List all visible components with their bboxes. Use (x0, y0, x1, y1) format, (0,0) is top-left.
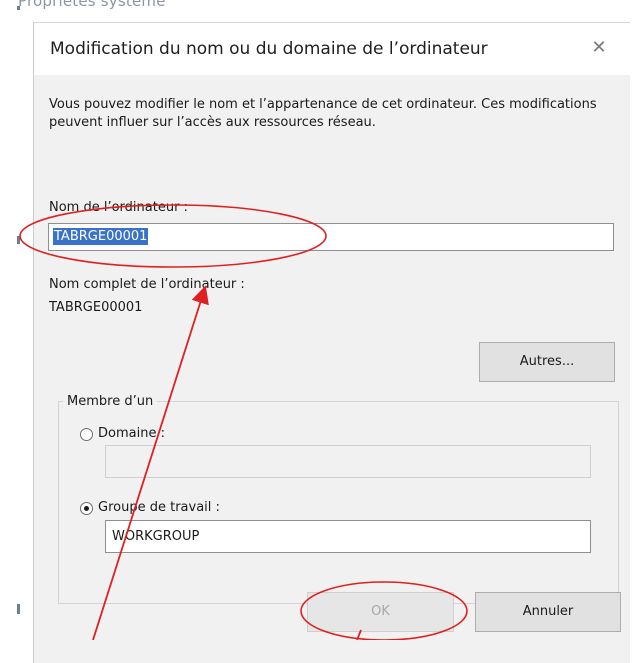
workgroup-radio-selected-dot (84, 506, 89, 511)
ok-button[interactable]: OK (307, 592, 454, 632)
full-computer-name-label: Nom complet de l’ordinateur : (49, 277, 245, 292)
domain-label: Domaine : (98, 426, 165, 441)
full-computer-name-value: TABRGE00001 (49, 300, 143, 315)
dialog-description: Vous pouvez modifier le nom et l’apparte… (49, 97, 597, 130)
background-window-edge-mark (17, 604, 20, 614)
dialog-title: Modification du nom ou du domaine de l’o… (50, 39, 488, 59)
parent-window-title: Propriétés système (18, 0, 166, 10)
background-window-edge-mark (17, 6, 20, 10)
background-window-edge-mark (17, 236, 20, 244)
workgroup-radio[interactable] (80, 502, 93, 515)
computer-name-value: TABRGE00001 (53, 228, 149, 245)
domain-input (105, 445, 591, 478)
workgroup-input[interactable]: WORKGROUP (105, 520, 591, 553)
computer-name-label: Nom de l’ordinateur : (49, 200, 188, 215)
member-of-legend: Membre d’un (63, 394, 158, 409)
domain-radio[interactable] (80, 428, 93, 441)
workgroup-value: WORKGROUP (112, 529, 200, 544)
computer-name-input[interactable]: TABRGE00001 (48, 223, 614, 251)
rename-computer-dialog: Modification du nom ou du domaine de l’o… (33, 22, 630, 663)
dialog-titlebar: Modification du nom ou du domaine de l’o… (34, 23, 630, 75)
workgroup-label: Groupe de travail : (98, 500, 220, 515)
more-button[interactable]: Autres... (479, 342, 615, 382)
close-icon[interactable]: ✕ (586, 35, 612, 61)
cancel-button[interactable]: Annuler (475, 592, 621, 632)
